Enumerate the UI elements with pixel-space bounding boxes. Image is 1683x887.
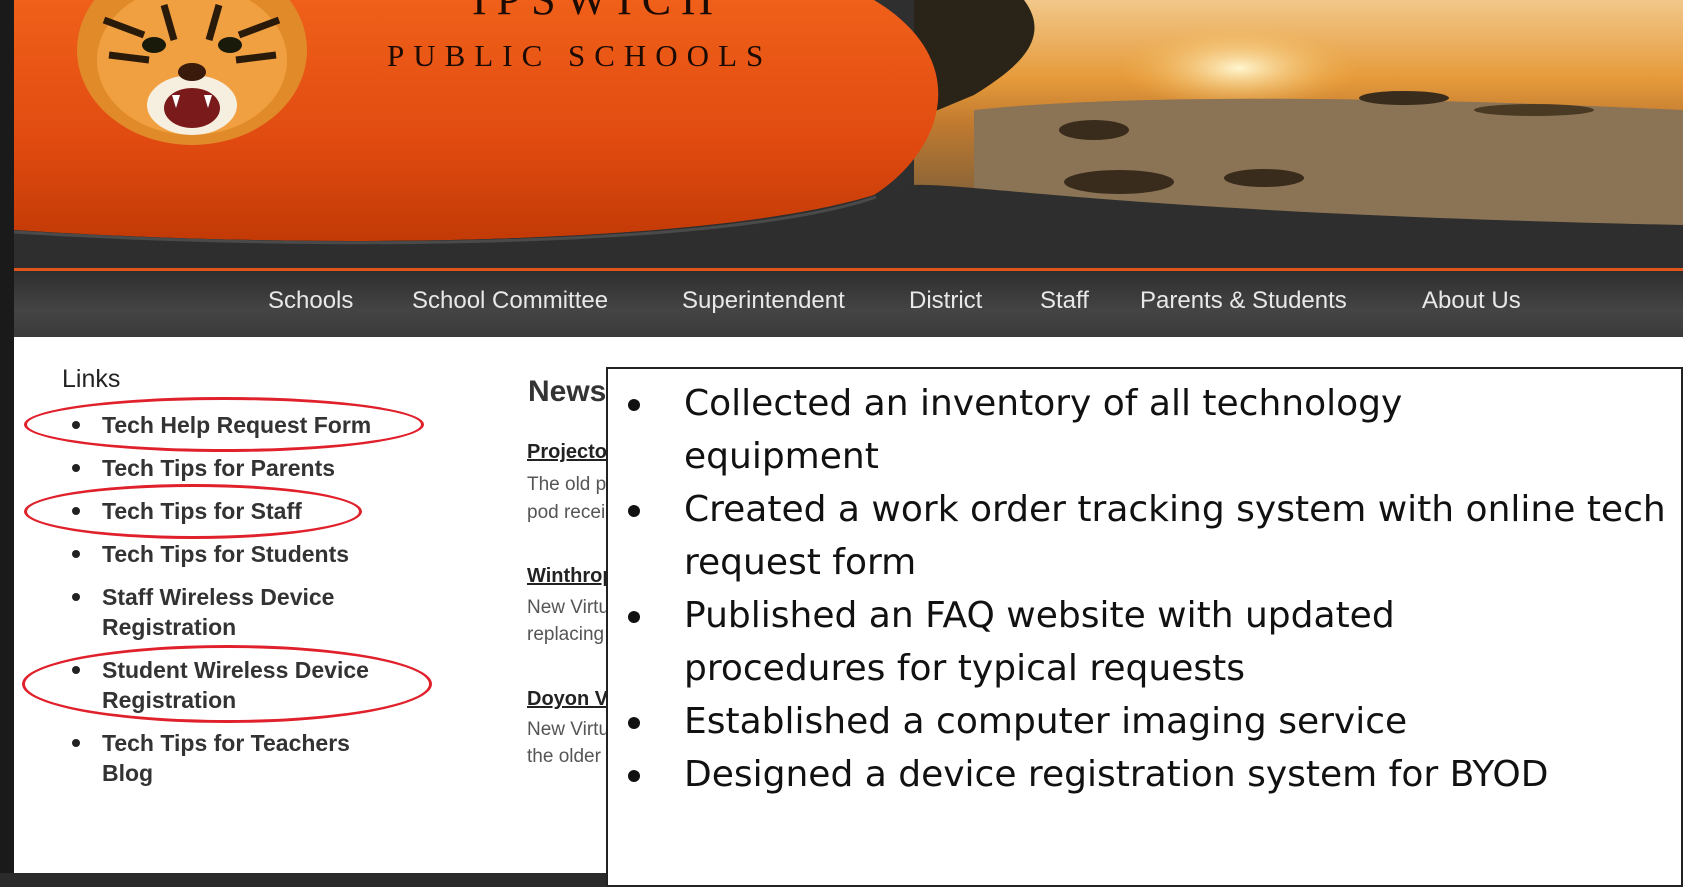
- logo-wordmark-top: IPSWICH: [472, 0, 723, 25]
- link-label[interactable]: Tech Tips for Teachers Blog: [102, 730, 350, 786]
- bullet-icon: [628, 717, 640, 729]
- callout-item: Established a computer imaging service: [608, 695, 1674, 748]
- news-headline[interactable]: Projector: [527, 441, 615, 464]
- link-label[interactable]: Staff Wireless Device Registration: [102, 584, 334, 640]
- link-tech-tips-parents[interactable]: Tech Tips for Parents: [66, 453, 432, 483]
- callout-item: Collected an inventory of all technology…: [608, 377, 1474, 483]
- link-label[interactable]: Tech Tips for Parents: [102, 455, 335, 481]
- bullet-icon: [72, 464, 80, 472]
- callout-item: Created a work order tracking system wit…: [608, 483, 1674, 589]
- nav-district[interactable]: District: [909, 287, 982, 315]
- news-excerpt: the older: [527, 746, 601, 767]
- bullet-icon: [628, 770, 640, 782]
- callout-item: Published an FAQ website with updated pr…: [608, 589, 1474, 695]
- news-excerpt: pod recei: [527, 502, 606, 523]
- links-list: Tech Help Request Form Tech Tips for Par…: [66, 410, 432, 801]
- callout-list: Collected an inventory of all technology…: [608, 377, 1674, 801]
- news-excerpt: New Virtu: [527, 597, 610, 618]
- callout-item: Designed a device registration system fo…: [608, 748, 1674, 801]
- callout-text: Created a work order tracking system wit…: [684, 489, 1666, 583]
- news-excerpt: replacing: [527, 624, 605, 645]
- logo-wordmark: PUBLIC SCHOOLS: [387, 38, 773, 73]
- nav-staff[interactable]: Staff: [1040, 287, 1089, 315]
- callout-panel: Collected an inventory of all technology…: [606, 367, 1683, 887]
- nav-school-committee[interactable]: School Committee: [412, 287, 608, 315]
- nav-superintendent[interactable]: Superintendent: [682, 287, 845, 315]
- callout-text: Published an FAQ website with updated pr…: [684, 595, 1395, 689]
- link-label[interactable]: Tech Tips for Students: [102, 541, 349, 567]
- highlight-ellipse: [24, 484, 362, 539]
- news-heading: News: [528, 375, 607, 408]
- callout-text: Collected an inventory of all technology…: [684, 383, 1403, 477]
- highlight-ellipse: [24, 397, 424, 452]
- bullet-icon: [628, 611, 640, 623]
- main-nav: Schools School Committee Superintendent …: [14, 268, 1683, 337]
- callout-text: Designed a device registration system fo…: [684, 754, 1549, 795]
- links-heading: Links: [62, 365, 121, 393]
- link-staff-wireless-registration[interactable]: Staff Wireless Device Registration: [66, 582, 392, 642]
- bullet-icon: [628, 399, 640, 411]
- bullet-icon: [628, 505, 640, 517]
- news-excerpt: The old p: [527, 474, 607, 495]
- news-headline[interactable]: Winthrop: [527, 565, 615, 588]
- bullet-icon: [72, 739, 80, 747]
- nav-parents-students[interactable]: Parents & Students: [1140, 287, 1347, 315]
- news-excerpt: New Virtu: [527, 719, 610, 740]
- bullet-icon: [72, 550, 80, 558]
- window-frame: IPSWICH PUBLIC SCHOOLS Schools School Co…: [0, 0, 1683, 887]
- callout-text: Established a computer imaging service: [684, 701, 1408, 742]
- nav-schools[interactable]: Schools: [268, 287, 353, 315]
- news-headline[interactable]: Doyon Vi: [527, 688, 613, 711]
- link-tech-tips-students[interactable]: Tech Tips for Students: [66, 539, 432, 569]
- highlight-ellipse: [22, 645, 432, 723]
- bullet-icon: [72, 593, 80, 601]
- nav-about-us[interactable]: About Us: [1422, 287, 1521, 315]
- link-tech-tips-teachers-blog[interactable]: Tech Tips for Teachers Blog: [66, 728, 402, 788]
